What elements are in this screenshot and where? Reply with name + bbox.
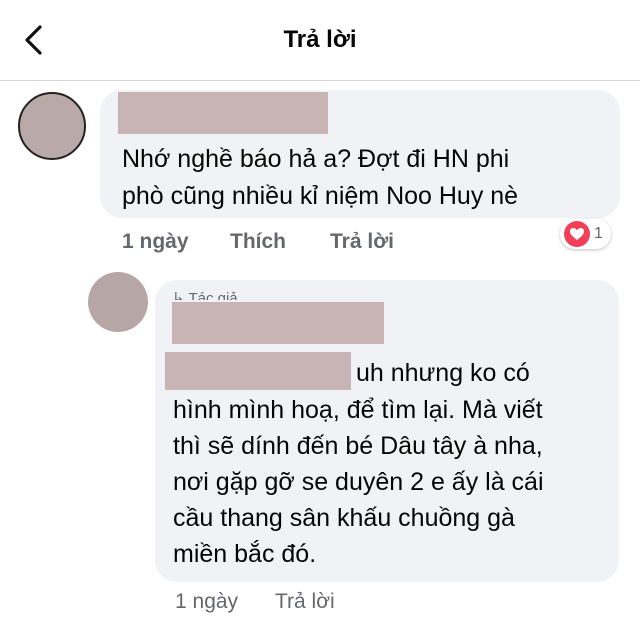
avatar[interactable] (18, 92, 86, 160)
reaction-count: 1 (594, 225, 603, 242)
reply-text-line: thì sẽ dính đến bé Dâu tây à nha, (173, 432, 543, 460)
reply-button[interactable]: Trả lời (275, 590, 335, 614)
redacted-mention (165, 352, 351, 390)
reply-text-line: uh nhưng ko có (356, 359, 530, 387)
reply-text-line: hình mình hoạ, để tìm lại. Mà viết (173, 396, 543, 424)
comment-text-line: Nhớ nghề báo hả a? Đợt đi HN phi (122, 145, 510, 173)
reply-text-line: nơi gặp gỡ se duyên 2 e ấy là cái (173, 468, 544, 496)
reaction-badge[interactable]: 1 (560, 219, 611, 249)
redacted-author-name (172, 302, 384, 344)
like-button[interactable]: Thích (230, 230, 286, 254)
reply-timestamp[interactable]: 1 ngày (175, 590, 238, 614)
reply-text-line: miền bắc đó. (173, 540, 317, 568)
avatar[interactable] (88, 272, 148, 332)
heart-icon (564, 221, 590, 247)
reply-button[interactable]: Trả lời (330, 230, 394, 254)
comment-text-line: phò cũng nhiều kỉ niệm Noo Huy nè (122, 182, 519, 210)
top-bar: Trả lời (0, 0, 640, 81)
comment-timestamp[interactable]: 1 ngày (122, 230, 189, 254)
page-title: Trả lời (283, 26, 357, 53)
reply-text-line: cầu thang sân khấu chuồng gà (173, 504, 515, 532)
redacted-author-name (118, 92, 328, 134)
reply-to-label: ↳ Tác giả (172, 290, 238, 300)
